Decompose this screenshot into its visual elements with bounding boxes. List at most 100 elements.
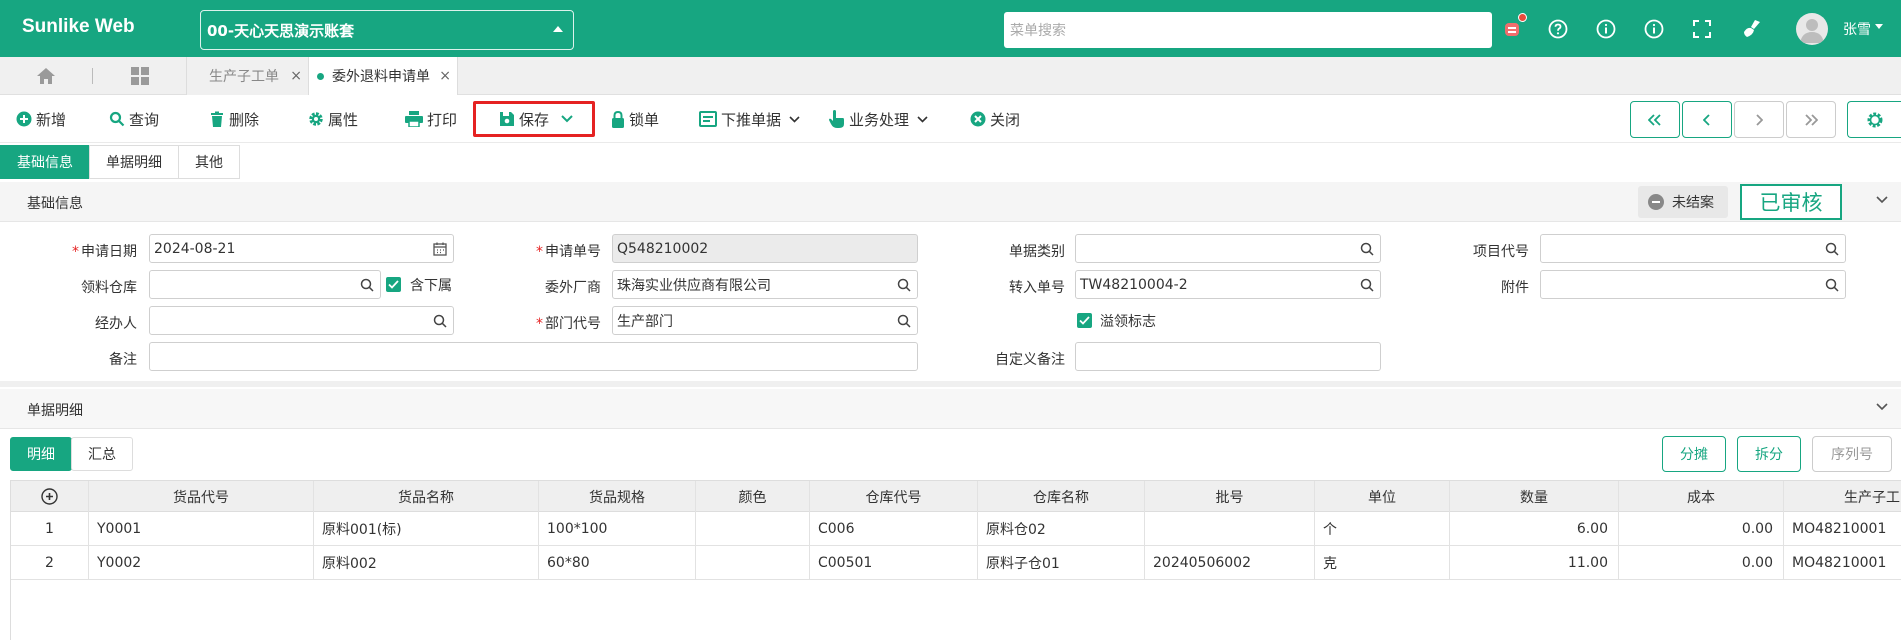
search-icon[interactable] [1360,278,1374,292]
cell-unit[interactable]: 个 [1315,512,1450,545]
cell-wh-code[interactable]: C006 [810,512,978,545]
handler-field[interactable] [149,306,454,335]
search-icon[interactable] [433,314,447,328]
search-icon[interactable] [360,278,374,292]
home-icon[interactable] [36,66,56,86]
col-header[interactable]: 仓库代号 [810,481,978,512]
cell-mo[interactable]: MO48210001 [1784,546,1901,579]
split-button[interactable]: 拆分 [1737,436,1801,472]
account-select[interactable]: 00-天心天思演示账套 [200,10,574,50]
help-icon[interactable] [1546,17,1570,41]
save-button[interactable]: 保存 [499,107,573,131]
avatar[interactable] [1796,13,1828,45]
tab-production-order[interactable]: 生产子工单 × [186,57,308,95]
transfer-no-field[interactable]: TW48210004-2 [1075,270,1381,299]
delete-button[interactable]: 删除 [209,107,259,131]
cell-color[interactable] [696,512,810,545]
clear-cache-icon[interactable] [1740,17,1764,41]
col-header[interactable]: 货品名称 [314,481,539,512]
chevron-down-icon[interactable] [1875,24,1883,29]
cell-cost[interactable]: 0.00 [1619,546,1784,579]
cell-batch[interactable]: 20240506002 [1145,546,1315,579]
cell-cost[interactable]: 0.00 [1619,512,1784,545]
col-header[interactable]: 成本 [1619,481,1784,512]
app-grid-icon[interactable] [130,66,150,86]
col-header[interactable]: 数量 [1450,481,1619,512]
print-button[interactable]: 打印 [405,107,457,131]
close-button[interactable]: 关闭 [970,107,1020,131]
settings-button[interactable] [1847,101,1901,138]
search-icon[interactable] [1360,242,1374,256]
lock-button[interactable]: 锁单 [611,107,659,131]
col-header[interactable]: 货品规格 [539,481,696,512]
tab-summary[interactable]: 汇总 [71,437,133,471]
custom-remark-field[interactable] [1075,342,1381,371]
cell-wh-name[interactable]: 原料仓02 [978,512,1145,545]
properties-button[interactable]: 属性 [308,107,358,131]
bill-detail-header[interactable]: 单据明细 [0,389,1901,429]
col-header[interactable]: 生产子工 [1784,481,1901,512]
add-row-icon[interactable] [11,481,89,512]
menu-search-input[interactable]: 菜单搜索 [1004,12,1492,48]
business-process-button[interactable]: 业务处理 [829,107,928,131]
search-icon[interactable] [1825,242,1839,256]
cell-code[interactable]: Y0001 [89,512,314,545]
cell-mo[interactable]: MO48210001 [1784,512,1901,545]
include-sub-checkbox[interactable] [386,277,401,292]
notification-icon[interactable] [1500,13,1527,41]
close-icon[interactable]: × [290,68,302,84]
close-icon[interactable]: × [439,68,451,84]
col-header[interactable]: 单位 [1315,481,1450,512]
prev-record-button[interactable] [1682,101,1732,138]
cell-spec[interactable]: 60*80 [539,546,696,579]
username[interactable]: 张雪 [1843,19,1871,39]
cell-batch[interactable] [1145,512,1315,545]
col-header[interactable]: 批号 [1145,481,1315,512]
vendor-field[interactable]: 珠海实业供应商有限公司 [612,270,918,299]
dept-field[interactable]: 生产部门 [612,306,918,335]
chevron-down-icon[interactable] [1876,403,1888,411]
basic-info-header[interactable]: 基础信息 未结案 已审核 [0,182,1901,222]
table-row[interactable]: 1 Y0001 原料001(标) 100*100 C006 原料仓02 个 6.… [11,512,1901,546]
tab-detail[interactable]: 明细 [10,437,72,471]
cell-color[interactable] [696,546,810,579]
col-header[interactable]: 仓库名称 [978,481,1145,512]
col-header[interactable]: 颜色 [696,481,810,512]
allocate-button[interactable]: 分摊 [1662,436,1726,472]
cell-qty[interactable]: 6.00 [1450,512,1619,545]
serial-number-button[interactable]: 序列号 [1812,436,1892,472]
col-header[interactable]: 货品代号 [89,481,314,512]
search-icon[interactable] [897,278,911,292]
cell-spec[interactable]: 100*100 [539,512,696,545]
add-button[interactable]: 新增 [16,107,66,131]
cell-wh-code[interactable]: C00501 [810,546,978,579]
fullscreen-icon[interactable] [1690,17,1714,41]
table-row[interactable]: 2 Y0002 原料002 60*80 C00501 原料子仓01 202405… [11,546,1901,580]
tab-outsource-return[interactable]: 委外退料申请单 × [308,57,458,95]
bill-type-field[interactable] [1075,234,1381,263]
last-record-button[interactable] [1786,101,1836,138]
next-record-button[interactable] [1734,101,1784,138]
info-icon[interactable] [1594,17,1618,41]
remark-field[interactable] [149,342,918,371]
tab-bill-detail[interactable]: 单据明细 [89,145,179,179]
query-button[interactable]: 查询 [109,107,159,131]
warehouse-field[interactable] [149,270,381,299]
push-down-button[interactable]: 下推单据 [699,107,800,131]
about-icon[interactable] [1642,17,1666,41]
attachment-field[interactable] [1540,270,1846,299]
first-record-button[interactable] [1630,101,1680,138]
chevron-down-icon[interactable] [1876,196,1888,204]
apply-date-field[interactable]: 2024-08-21 [149,234,454,263]
overflow-checkbox[interactable] [1077,313,1092,328]
cell-name[interactable]: 原料002 [314,546,539,579]
calendar-icon[interactable] [433,242,447,256]
search-icon[interactable] [1825,278,1839,292]
cell-unit[interactable]: 克 [1315,546,1450,579]
tab-other[interactable]: 其他 [178,145,240,179]
cell-wh-name[interactable]: 原料子仓01 [978,546,1145,579]
apply-no-field[interactable]: Q548210002 [612,234,918,263]
cell-name[interactable]: 原料001(标) [314,512,539,545]
search-icon[interactable] [897,314,911,328]
tab-basic-info[interactable]: 基础信息 [0,145,90,179]
